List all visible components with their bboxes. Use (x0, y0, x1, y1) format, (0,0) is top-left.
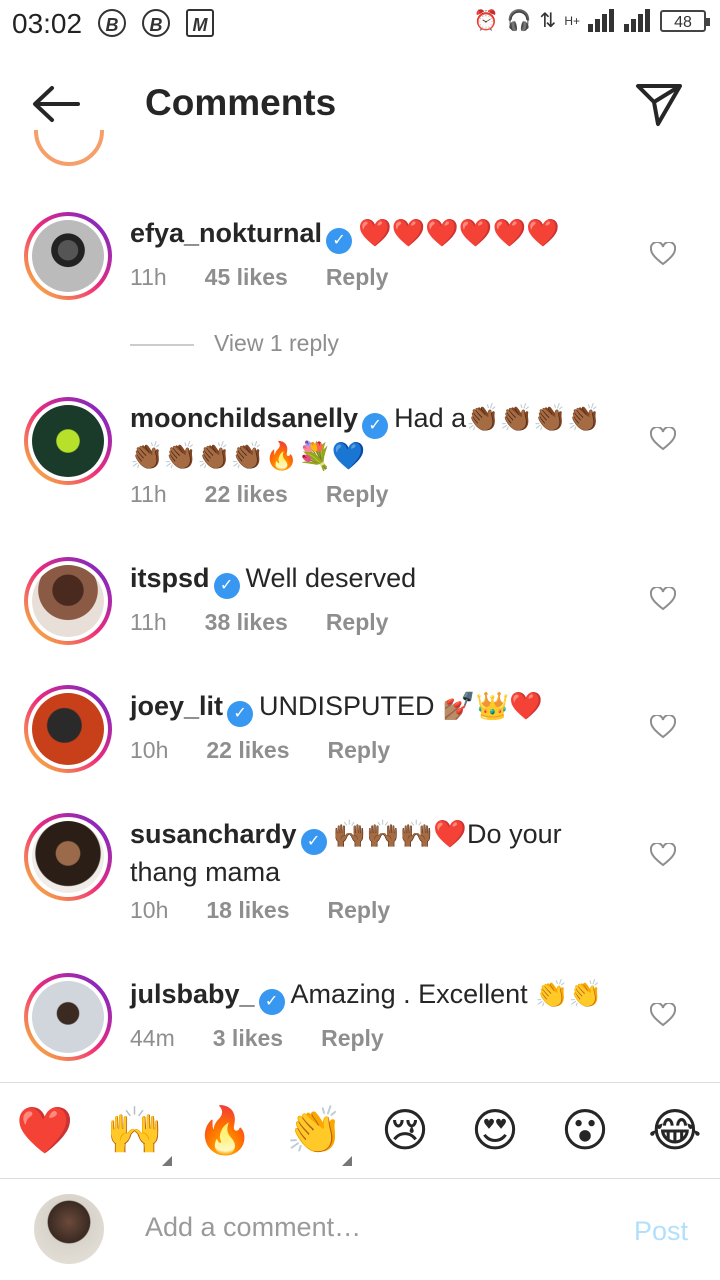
page-title: Comments (145, 82, 337, 123)
comment-likes[interactable]: 3 likes (213, 1025, 283, 1051)
emoji-crying-button[interactable]: 😢 (375, 1100, 435, 1160)
comment-time: 44m (130, 1025, 175, 1051)
status-bar: 03:02 B B M ⏰ 🎧 ⇅ H+ 48 (0, 0, 720, 50)
comment-composer: Post (0, 1180, 720, 1280)
comment-text: joey_lit ✓ UNDISPUTED 💅🏽👑❤️ (130, 689, 620, 727)
alarm-icon: ⏰ (473, 10, 499, 32)
reply-button[interactable]: Reply (326, 609, 389, 635)
post-button[interactable]: Post (634, 1216, 688, 1247)
reply-button[interactable]: Reply (328, 897, 391, 923)
current-user-avatar (34, 1194, 104, 1264)
comment-time: 10h (130, 737, 169, 763)
verified-badge-icon: ✓ (362, 413, 389, 439)
comment-time: 10h (130, 897, 169, 923)
comment-text: itspsd ✓ Well deserved (130, 561, 620, 599)
emoji-heart-button[interactable]: ❤️ (15, 1100, 75, 1160)
comment-time: 11h (130, 264, 167, 290)
divider (0, 1178, 720, 1179)
comment-meta: 11h 38 likes Reply (130, 609, 426, 636)
emoji-clap-button[interactable]: 👏 (285, 1100, 345, 1160)
signal-bars-icon (588, 9, 616, 32)
comment-username[interactable]: joey_lit (130, 691, 223, 721)
comment-likes[interactable]: 22 likes (206, 737, 289, 763)
avatar[interactable] (24, 813, 112, 901)
comment-username[interactable]: susanchardy (130, 819, 297, 849)
comment-meta: 10h 22 likes Reply (130, 737, 428, 764)
comment-text: julsbaby_ ✓ Amazing . Excellent 👏👏 (130, 977, 620, 1015)
comment-time: 11h (130, 609, 167, 635)
avatar[interactable] (34, 130, 104, 170)
reply-button[interactable]: Reply (328, 737, 391, 763)
comment-text: susanchardy ✓ 🙌🏾🙌🏾🙌🏾❤️Do your thang mama (130, 817, 620, 889)
avatar[interactable] (24, 212, 112, 300)
comment-input[interactable] (145, 1212, 585, 1243)
divider (0, 1082, 720, 1083)
comment-likes[interactable]: 45 likes (205, 264, 288, 290)
verified-badge-icon: ✓ (326, 228, 353, 254)
comment-body: ❤️❤️❤️❤️❤️❤️ (358, 218, 560, 248)
comment-meta: 44m 3 likes Reply (130, 1025, 422, 1052)
avatar[interactable] (24, 397, 112, 485)
like-heart-icon[interactable] (650, 1003, 676, 1027)
view-replies-label: View 1 reply (214, 330, 339, 356)
signal-bars-icon (624, 9, 652, 32)
emoji-raised-hands-button[interactable]: 🙌 (105, 1100, 165, 1160)
like-heart-icon[interactable] (650, 715, 676, 739)
like-heart-icon[interactable] (650, 427, 676, 451)
skin-tone-indicator-icon (342, 1156, 352, 1166)
comment-time: 11h (130, 481, 167, 507)
skin-tone-indicator-icon (162, 1156, 172, 1166)
comment-likes[interactable]: 18 likes (206, 897, 289, 923)
like-heart-icon[interactable] (650, 242, 676, 266)
comment-meta: 11h 45 likes Reply (130, 264, 426, 291)
verified-badge-icon: ✓ (213, 573, 240, 599)
battery-icon: 48 (660, 9, 710, 32)
network-type: H+ (564, 13, 580, 28)
mail-notification-icon: M (186, 9, 214, 37)
comment-text: moonchildsanelly ✓ Had a👏🏾👏🏾👏🏾👏🏾👏🏾👏🏾👏🏾👏🏾🔥💐… (130, 401, 620, 473)
verified-badge-icon: ✓ (258, 989, 285, 1015)
reply-button[interactable]: Reply (326, 264, 389, 290)
comment-body: Amazing . Excellent 👏👏 (290, 979, 603, 1009)
comment-likes[interactable]: 38 likes (205, 609, 288, 635)
emoji-quick-bar: ❤️ 🙌 🔥 👏 😢 😍 😮 😂 (0, 1094, 720, 1174)
comment-username[interactable]: moonchildsanelly (130, 403, 358, 433)
comment-body: Well deserved (245, 563, 417, 593)
emoji-surprised-button[interactable]: 😮 (555, 1100, 615, 1160)
comment-meta: 10h 18 likes Reply (130, 897, 428, 924)
header: Comments (0, 60, 720, 150)
verified-badge-icon: ✓ (227, 701, 254, 727)
like-heart-icon[interactable] (650, 843, 676, 867)
comment-meta: 11h 22 likes Reply (130, 481, 426, 508)
comment-text: efya_nokturnal ✓ ❤️❤️❤️❤️❤️❤️ (130, 216, 620, 254)
emoji-fire-button[interactable]: 🔥 (195, 1100, 255, 1160)
avatar[interactable] (24, 557, 112, 645)
bitcoin-notification-icon: B (98, 9, 126, 37)
headphones-icon: 🎧 (506, 10, 532, 32)
comment-username[interactable]: julsbaby_ (130, 979, 255, 1009)
reply-button[interactable]: Reply (326, 481, 389, 507)
comment-username[interactable]: itspsd (130, 563, 210, 593)
direct-send-icon[interactable] (634, 80, 684, 128)
view-replies-button[interactable]: View 1 reply (130, 330, 339, 357)
data-transfer-icon: ⇅ (539, 10, 557, 32)
comment-body: UNDISPUTED 💅🏽👑❤️ (259, 691, 543, 721)
avatar[interactable] (24, 973, 112, 1061)
divider-line (130, 343, 194, 346)
reply-button[interactable]: Reply (321, 1025, 384, 1051)
status-indicators: ⏰ 🎧 ⇅ H+ 48 (473, 8, 710, 33)
avatar[interactable] (24, 685, 112, 773)
verified-badge-icon: ✓ (300, 829, 327, 855)
status-time: 03:02 (12, 8, 83, 39)
like-heart-icon[interactable] (650, 587, 676, 611)
comment-username[interactable]: efya_nokturnal (130, 218, 322, 248)
comment-likes[interactable]: 22 likes (205, 481, 288, 507)
bitcoin-notification-icon: B (142, 9, 170, 37)
emoji-heart-eyes-button[interactable]: 😍 (465, 1100, 525, 1160)
back-arrow-icon[interactable] (30, 84, 80, 124)
emoji-laughing-button[interactable]: 😂 (645, 1100, 705, 1160)
